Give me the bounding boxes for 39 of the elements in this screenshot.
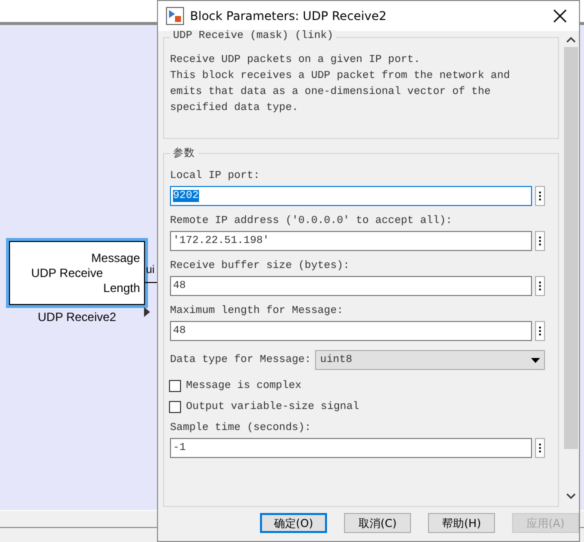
input-field[interactable]: 48 [170, 321, 532, 341]
dialog-button[interactable]: 确定(O) [260, 513, 328, 533]
dropdown[interactable]: uint8 [315, 350, 546, 370]
caret-icon [531, 358, 540, 362]
dialog-button[interactable]: 取消(C) [344, 513, 412, 533]
description-text: specified data type. [170, 101, 300, 116]
more-button[interactable] [535, 438, 545, 458]
field-label: Sample time (seconds): [170, 422, 312, 434]
description-text: emits that data as a one-dimensional vector of the [170, 85, 492, 100]
description-text: This block receives a UDP packet from the network and [170, 69, 511, 84]
signal-line [145, 282, 158, 283]
field-label: Data type for Message: [170, 354, 312, 366]
panel-title: UDP Receive (mask) (link) [170, 30, 336, 42]
block-label: UDP Receive2 [38, 310, 116, 324]
field-label: Remote IP address ('0.0.0.0' to accept all): [170, 215, 454, 227]
input-field[interactable]: 48 [170, 276, 532, 296]
checkbox[interactable] [169, 401, 181, 413]
more-button[interactable] [535, 231, 545, 251]
panel-title: 参数 [170, 146, 198, 160]
window-title: Block Parameters: UDP Receive2 [190, 9, 388, 23]
field-label: Maximum length for Message: [170, 305, 344, 317]
block-icon [166, 7, 184, 25]
input-field[interactable]: -1 [170, 438, 532, 458]
more-button[interactable] [535, 276, 545, 296]
scroll-thumb[interactable] [564, 47, 578, 449]
checkbox-label: Message is complex [186, 380, 302, 392]
checkbox-label: Output variable-size signal [186, 401, 360, 413]
input-field[interactable]: '172.22.51.198' [170, 231, 532, 251]
more-button[interactable] [535, 186, 545, 206]
more-button[interactable] [535, 321, 545, 341]
dialog-button[interactable]: 帮助(H) [428, 513, 496, 533]
field-label: Receive buffer size (bytes): [170, 260, 351, 272]
udp-receive-block[interactable]: Message UDP Receive Length [9, 241, 145, 305]
input-field[interactable]: 9202 [170, 186, 532, 206]
field-label: Local IP port: [170, 170, 261, 182]
close-icon[interactable] [553, 9, 567, 23]
description-text: Receive UDP packets on a given IP port. [170, 53, 422, 68]
checkbox[interactable] [169, 380, 181, 392]
port-arrow-icon [144, 307, 150, 317]
